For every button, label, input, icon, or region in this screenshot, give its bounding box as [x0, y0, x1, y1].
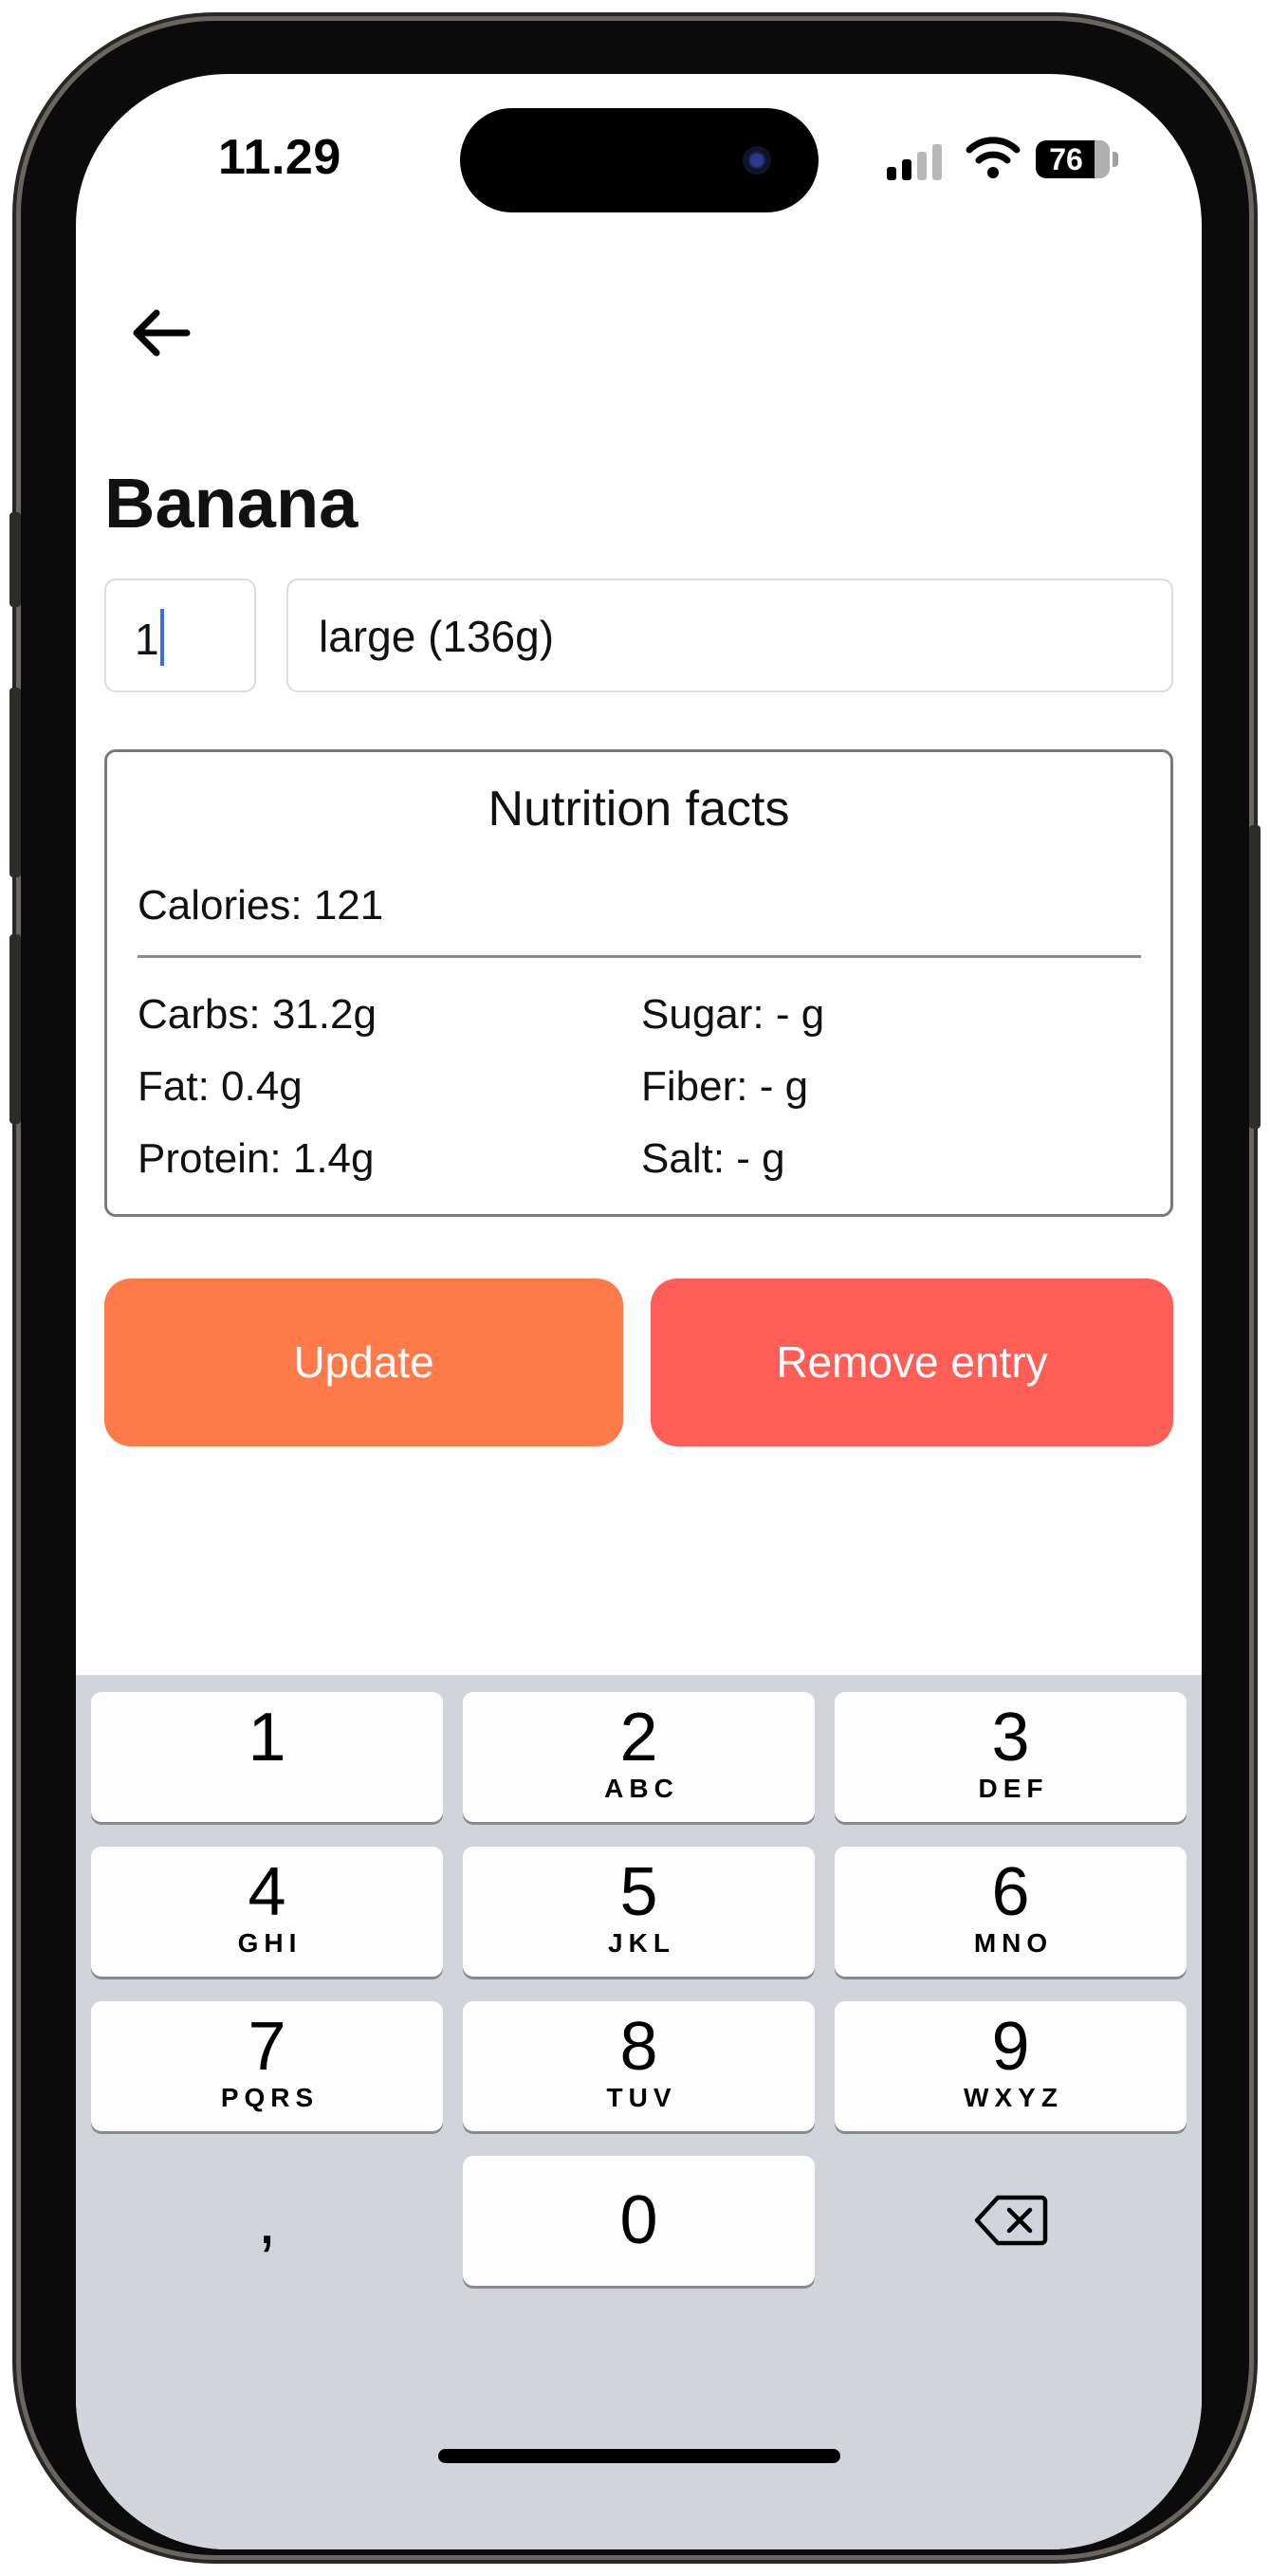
- back-button[interactable]: [119, 290, 204, 376]
- front-camera: [743, 146, 771, 175]
- side-button-action: [9, 512, 21, 607]
- text-caret: [159, 609, 164, 666]
- screen-content: 11.29 76 Banana 1 large (136g) Nutrition…: [76, 74, 1202, 2549]
- page-title: Banana: [104, 464, 359, 543]
- key-5[interactable]: 5 JKL: [463, 1847, 815, 1977]
- cellular-signal-icon: [887, 142, 942, 180]
- key-2[interactable]: 2 ABC: [463, 1692, 815, 1822]
- numeric-keyboard: 1 2 ABC 3 DEF 4 GHI 5 JKL 6 MNO 7 PQRS 8 TUV 9W…: [76, 1675, 1202, 2549]
- home-indicator: [438, 2449, 840, 2463]
- carbs-value: Carbs: 31.2g: [138, 991, 377, 1038]
- key-letters: GHI: [237, 1928, 303, 1958]
- side-button-power: [1249, 825, 1261, 1129]
- key-digit: 3: [991, 1700, 1030, 1776]
- key-letters: WXYZ: [964, 2083, 1063, 2112]
- battery-percent: 76: [1049, 142, 1083, 176]
- side-button-volume-down: [9, 934, 21, 1124]
- key-9[interactable]: 9 WXYZ: [835, 2001, 1187, 2131]
- divider: [138, 955, 1141, 958]
- calories-value: Calories: 121: [138, 882, 384, 929]
- key-8[interactable]: 8 TUV: [463, 2001, 815, 2131]
- key-digit: 4: [248, 1854, 286, 1930]
- update-button[interactable]: Update: [104, 1279, 623, 1446]
- status-time: 11.29: [218, 130, 341, 185]
- quantity-value-wrap: 1: [135, 609, 164, 666]
- key-comma-label: ,: [257, 2182, 277, 2258]
- key-letters: MNO: [973, 1928, 1054, 1958]
- key-6[interactable]: 6 MNO: [835, 1847, 1187, 1977]
- salt-value: Salt: - g: [641, 1135, 785, 1182]
- quantity-value: 1: [135, 615, 159, 664]
- side-button-volume-up: [9, 688, 21, 877]
- key-digit: 0: [619, 2182, 658, 2258]
- key-digit: 9: [991, 2009, 1030, 2085]
- battery-nub: [1113, 152, 1118, 167]
- fat-value: Fat: 0.4g: [138, 1063, 303, 1110]
- key-letters: PQRS: [220, 2083, 320, 2112]
- key-digit: 5: [619, 1854, 658, 1930]
- serving-unit-select[interactable]: large (136g): [286, 579, 1173, 692]
- delete-key[interactable]: [835, 2156, 1187, 2286]
- key-0[interactable]: 0: [463, 2156, 815, 2286]
- dynamic-island: [460, 108, 819, 212]
- remove-entry-button[interactable]: Remove entry: [651, 1279, 1173, 1446]
- protein-value: Protein: 1.4g: [138, 1135, 375, 1182]
- arrow-left-icon: [133, 309, 191, 357]
- sugar-value: Sugar: - g: [641, 991, 825, 1038]
- nutrition-facts-card: Nutrition facts Calories: 121 Carbs: 31.…: [104, 749, 1173, 1217]
- key-1[interactable]: 1: [91, 1692, 443, 1822]
- key-digit: 8: [619, 2009, 658, 2085]
- key-7[interactable]: 7 PQRS: [91, 2001, 443, 2131]
- key-digit: 7: [248, 2009, 286, 2085]
- screen: 11.29 76 Banana 1 large (136g) Nutrition…: [76, 74, 1202, 2557]
- serving-unit-value: large (136g): [319, 612, 555, 661]
- key-letters: DEF: [978, 1774, 1049, 1803]
- battery-empty-segment: [1095, 140, 1110, 178]
- wifi-icon: [966, 137, 1021, 178]
- key-letters: ABC: [604, 1774, 679, 1803]
- key-letters: TUV: [606, 2083, 677, 2112]
- key-digit: 1: [248, 1700, 286, 1776]
- key-3[interactable]: 3 DEF: [835, 1692, 1187, 1822]
- key-letters: JKL: [608, 1928, 675, 1958]
- key-4[interactable]: 4 GHI: [91, 1847, 443, 1977]
- key-digit: 2: [619, 1700, 658, 1776]
- battery-icon: 76: [1036, 140, 1110, 178]
- backspace-icon: [974, 2195, 1047, 2246]
- nutrition-title: Nutrition facts: [488, 782, 790, 837]
- fiber-value: Fiber: - g: [641, 1063, 809, 1110]
- key-comma[interactable]: ,: [91, 2156, 443, 2286]
- key-digit: 6: [991, 1854, 1030, 1930]
- quantity-input[interactable]: 1: [104, 579, 256, 692]
